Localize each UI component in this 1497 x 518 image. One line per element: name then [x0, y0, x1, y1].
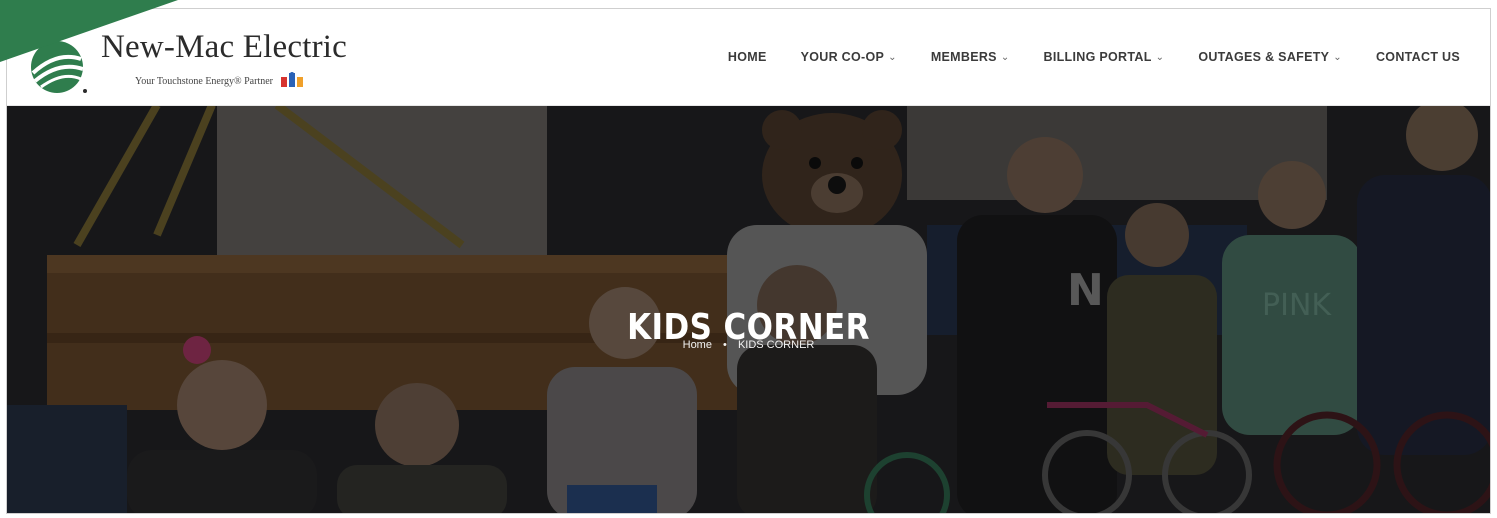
breadcrumb-home-link[interactable]: Home — [683, 339, 712, 351]
nav-outages-safety-label: OUTAGES & SAFETY — [1198, 50, 1330, 64]
nav-billing-portal[interactable]: BILLING PORTAL ⌄ — [1044, 50, 1165, 64]
nav-contact-us[interactable]: CONTACT US — [1376, 50, 1460, 64]
breadcrumb: Home • KIDS CORNER — [7, 339, 1490, 351]
brand-tagline: Your Touchstone Energy® Partner — [135, 75, 273, 87]
chevron-down-icon: ⌄ — [1333, 51, 1342, 63]
nav-contact-us-label: CONTACT US — [1375, 50, 1460, 64]
main-nav: HOME YOUR CO-OP ⌄ MEMBERS ⌄ BILLING PORT… — [728, 9, 1460, 105]
chevron-down-icon: ⌄ — [888, 51, 897, 63]
nav-members[interactable]: MEMBERS ⌄ — [931, 50, 1010, 64]
site-header: New-Mac Electric Your Touchstone Energy®… — [7, 9, 1490, 105]
hero-banner: N PINK KIDS CORNER Home • KI — [7, 105, 1490, 513]
nav-outages-safety[interactable]: OUTAGES & SAFETY ⌄ — [1198, 50, 1342, 64]
nav-home[interactable]: HOME — [728, 50, 767, 64]
corner-decoration — [0, 0, 178, 62]
breadcrumb-separator: • — [723, 339, 727, 351]
touchstone-energy-icon — [279, 71, 307, 91]
chevron-down-icon: ⌄ — [1000, 51, 1010, 63]
chevron-down-icon: ⌄ — [1155, 51, 1165, 63]
nav-your-co-op-label: YOUR CO-OP — [800, 50, 885, 64]
nav-members-label: MEMBERS — [930, 50, 997, 64]
breadcrumb-current: KIDS CORNER — [737, 339, 815, 351]
nav-billing-portal-label: BILLING PORTAL — [1043, 50, 1152, 64]
page-frame: New-Mac Electric Your Touchstone Energy®… — [6, 8, 1491, 514]
nav-your-co-op[interactable]: YOUR CO-OP ⌄ — [801, 50, 897, 64]
nav-home-label: HOME — [727, 50, 767, 64]
